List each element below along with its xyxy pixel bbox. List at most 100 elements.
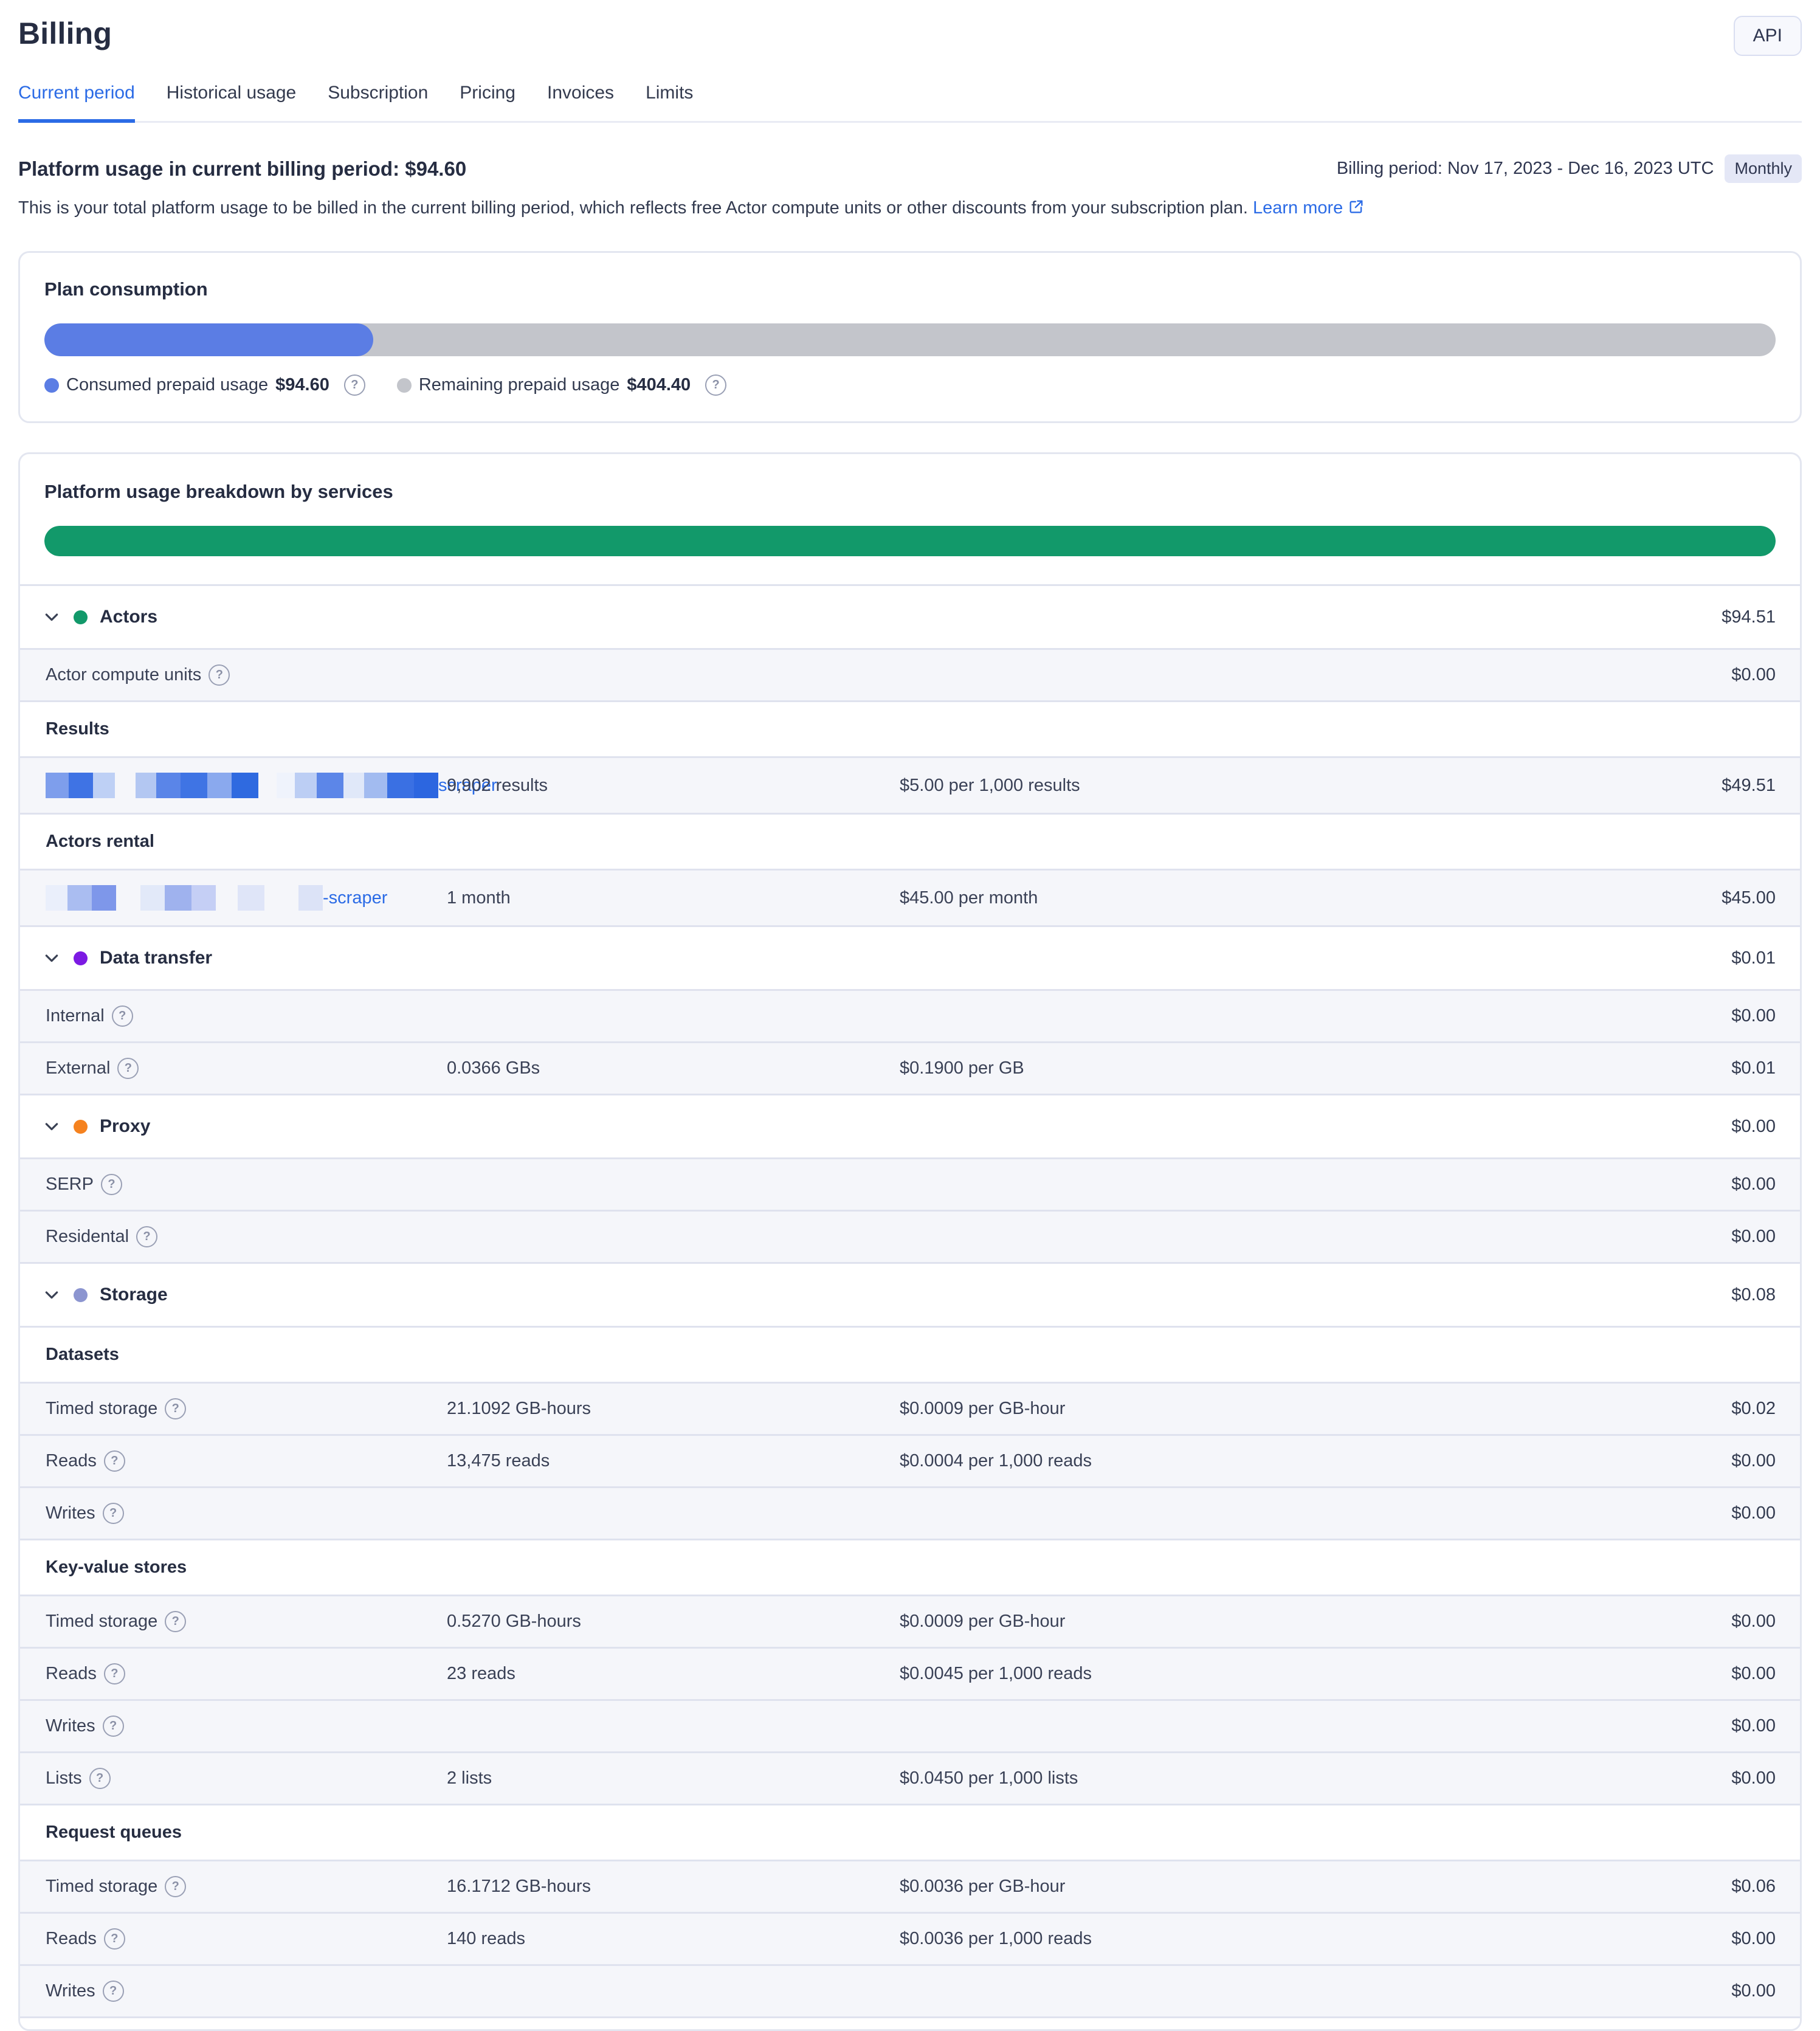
item-amount-cell: $0.00 — [1731, 1451, 1776, 1471]
help-icon[interactable]: ? — [89, 1768, 111, 1789]
item-label: Reads — [46, 1929, 97, 1949]
card-bottom-spacer — [20, 2016, 1800, 2029]
help-icon[interactable]: ? — [344, 374, 365, 396]
sublabel-text: Results — [46, 719, 109, 739]
plan-consumption-legend: Consumed prepaid usage $94.60 ? Remainin… — [44, 374, 1776, 396]
help-icon[interactable]: ? — [103, 1503, 124, 1524]
api-button[interactable]: API — [1734, 16, 1802, 56]
chevron-down-icon[interactable] — [42, 948, 61, 968]
plan-consumption-card: Plan consumption Consumed prepaid usage … — [18, 251, 1802, 423]
item-amount-cell: $0.00 — [1731, 1716, 1776, 1736]
table-row: Residental? $0.00 — [20, 1210, 1800, 1262]
item-label: Timed storage — [46, 1612, 157, 1632]
help-icon[interactable]: ? — [165, 1398, 186, 1419]
redaction-block — [181, 773, 207, 798]
table-row-sublabel: Datasets — [20, 1326, 1800, 1382]
learn-more-link[interactable]: Learn more — [1253, 198, 1365, 218]
item-label-cell: Timed storage? — [46, 1611, 447, 1632]
chevron-down-icon[interactable] — [42, 607, 61, 627]
help-icon[interactable]: ? — [103, 1715, 124, 1737]
chevron-down-icon[interactable] — [42, 1285, 61, 1305]
item-label-cell: Reads? — [46, 1663, 447, 1684]
tab-subscription[interactable]: Subscription — [328, 83, 428, 123]
item-amount-cell: $0.00 — [1731, 1664, 1776, 1684]
remaining-label: Remaining prepaid usage — [419, 375, 620, 395]
tab-pricing[interactable]: Pricing — [460, 83, 515, 123]
service-color-dot — [74, 951, 88, 965]
table-row: Internal? $0.00 — [20, 989, 1800, 1041]
item-label-cell: Timed storage? — [46, 1876, 447, 1897]
item-label: Internal — [46, 1006, 105, 1026]
item-amount-cell: $0.00 — [1731, 1227, 1776, 1247]
table-row: SERP? $0.00 — [20, 1157, 1800, 1210]
tab-limits[interactable]: Limits — [646, 83, 693, 123]
table-row: Reads? 140 reads $0.0036 per 1,000 reads… — [20, 1912, 1800, 1964]
service-amount: $0.01 — [1731, 948, 1776, 968]
table-row: Writes? $0.00 — [20, 1699, 1800, 1751]
tab-current-period[interactable]: Current period — [18, 83, 135, 123]
redaction-block — [93, 773, 115, 798]
redacted-actor-name — [46, 885, 323, 911]
tab-invoices[interactable]: Invoices — [547, 83, 614, 123]
help-icon[interactable]: ? — [209, 664, 230, 686]
tab-historical-usage[interactable]: Historical usage — [167, 83, 296, 123]
help-icon[interactable]: ? — [165, 1611, 186, 1632]
help-icon[interactable]: ? — [136, 1226, 157, 1247]
consumed-label: Consumed prepaid usage — [66, 375, 268, 395]
table-row-group-proxy[interactable]: Proxy $0.00 — [20, 1094, 1800, 1157]
chevron-down-icon[interactable] — [42, 1117, 61, 1136]
help-icon[interactable]: ? — [165, 1876, 186, 1897]
item-amount-cell: $0.00 — [1731, 1929, 1776, 1949]
table-row: Writes? $0.00 — [20, 1486, 1800, 1539]
table-row-sublabel: Key-value stores — [20, 1539, 1800, 1595]
item-amount-cell: $0.00 — [1731, 1981, 1776, 2001]
breakdown-bar — [44, 526, 1776, 556]
item-amount-cell: $0.00 — [1731, 1768, 1776, 1788]
legend-remaining: Remaining prepaid usage $404.40 ? — [397, 374, 726, 396]
help-icon[interactable]: ? — [104, 1928, 125, 1950]
sublabel-text: Actors rental — [46, 832, 154, 851]
service-color-dot — [74, 610, 88, 624]
item-amount-cell: $45.00 — [1722, 888, 1776, 908]
help-icon[interactable]: ? — [117, 1058, 139, 1079]
page-header: Billing API — [18, 0, 1802, 56]
help-icon[interactable]: ? — [101, 1174, 122, 1195]
item-label-cell: Internal? — [46, 1005, 447, 1027]
help-icon[interactable]: ? — [103, 1981, 124, 2002]
actor-link[interactable]: -scraper — [323, 888, 387, 908]
item-quantity-cell: 1 month — [447, 888, 900, 908]
item-label-cell: -scraper — [46, 885, 447, 911]
item-label-cell: Timed storage? — [46, 1398, 447, 1419]
item-quantity-cell: 0.5270 GB-hours — [447, 1612, 900, 1632]
table-row: Actor compute units? $0.00 — [20, 648, 1800, 700]
item-amount-cell: $49.51 — [1722, 776, 1776, 796]
table-row-group-actors[interactable]: Actors $94.51 — [20, 584, 1800, 648]
item-label: Writes — [46, 1981, 95, 2001]
redaction-block — [136, 773, 156, 798]
redaction-block — [46, 773, 69, 798]
table-row: scraper 9,902 results $5.00 per 1,000 re… — [20, 756, 1800, 813]
redaction-block — [67, 885, 92, 911]
billing-period-badge: Monthly — [1725, 154, 1802, 183]
redaction-block — [264, 885, 298, 911]
redaction-block — [317, 773, 343, 798]
item-rate-cell: $0.0009 per GB-hour — [900, 1612, 1731, 1632]
item-rate-cell: $0.0045 per 1,000 reads — [900, 1664, 1731, 1684]
service-amount: $94.51 — [1722, 607, 1776, 627]
table-row-group-data-transfer[interactable]: Data transfer $0.01 — [20, 925, 1800, 989]
help-icon[interactable]: ? — [104, 1450, 125, 1472]
service-label: Actors — [100, 607, 157, 627]
item-rate-cell: $0.0036 per 1,000 reads — [900, 1929, 1731, 1949]
redaction-block — [216, 885, 238, 911]
help-icon[interactable]: ? — [112, 1005, 133, 1027]
table-row: Reads? 23 reads $0.0045 per 1,000 reads … — [20, 1647, 1800, 1699]
item-amount-cell: $0.00 — [1731, 1503, 1776, 1523]
table-row-group-storage[interactable]: Storage $0.08 — [20, 1262, 1800, 1326]
help-icon[interactable]: ? — [104, 1663, 125, 1684]
item-label-cell: Reads? — [46, 1450, 447, 1472]
item-label-cell: Reads? — [46, 1928, 447, 1950]
table-row: Timed storage? 0.5270 GB-hours $0.0009 p… — [20, 1595, 1800, 1647]
help-icon[interactable]: ? — [705, 374, 726, 396]
legend-consumed: Consumed prepaid usage $94.60 ? — [44, 374, 365, 396]
redaction-block — [207, 773, 232, 798]
